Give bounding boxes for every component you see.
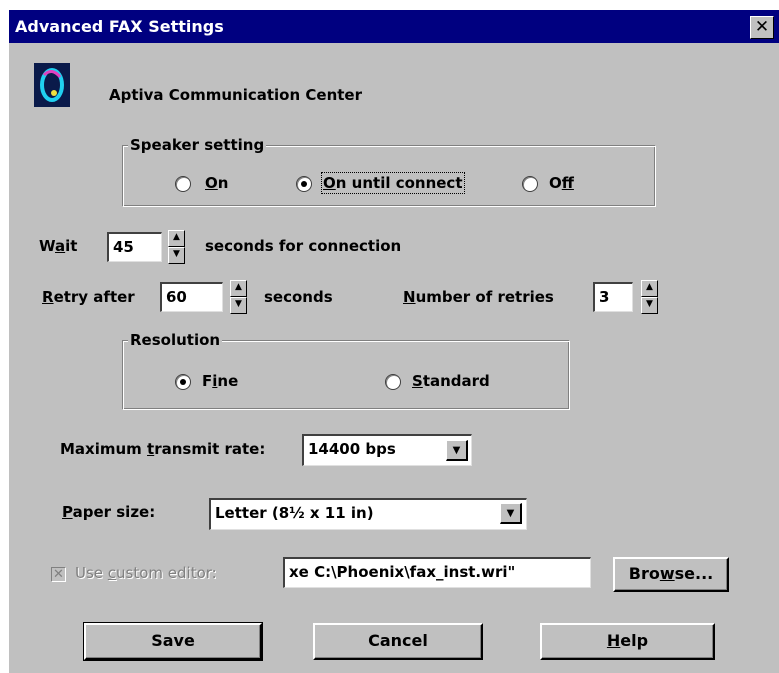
- window-title: Advanced FAX Settings: [15, 17, 224, 36]
- wait-spinner[interactable]: ▲ ▼: [168, 230, 185, 264]
- resolution-fine-radio[interactable]: [175, 374, 191, 390]
- retry-seconds-input[interactable]: 60: [160, 282, 223, 312]
- chevron-down-icon: ▼: [506, 508, 515, 519]
- chevron-down-icon: ▼: [452, 445, 461, 456]
- number-of-retries-label: Number of retries: [403, 288, 554, 306]
- retry-label: Retry after: [42, 288, 135, 306]
- custom-editor-path-input[interactable]: xe C:\Phoenix\fax_inst.wri": [283, 557, 591, 588]
- resolution-standard-label[interactable]: Standard: [412, 372, 490, 390]
- use-custom-editor-checkbox[interactable]: ✕: [51, 567, 66, 582]
- advanced-fax-settings-dialog: Advanced FAX Settings ✕ Aptiva Communica…: [9, 10, 779, 673]
- transmit-rate-dropdown-button[interactable]: ▼: [446, 440, 468, 461]
- spin-up-icon[interactable]: ▲: [230, 280, 247, 297]
- paper-size-label: Paper size:: [62, 503, 156, 521]
- speaker-setting-legend: Speaker setting: [128, 136, 267, 154]
- retry-suffix: seconds: [264, 288, 333, 306]
- paper-size-value: Letter (8½ x 11 in): [215, 504, 374, 522]
- speaker-on-until-connect-label[interactable]: On until connect: [321, 172, 465, 194]
- speaker-on-radio[interactable]: [175, 176, 191, 192]
- transmit-rate-value: 14400 bps: [308, 440, 396, 458]
- spin-down-icon[interactable]: ▼: [168, 247, 185, 264]
- save-button[interactable]: Save: [83, 622, 263, 661]
- paper-size-select[interactable]: Letter (8½ x 11 in): [209, 498, 527, 530]
- checkmark-icon: ✕: [53, 567, 64, 582]
- cancel-button[interactable]: Cancel: [313, 623, 483, 660]
- wait-label: Wait: [39, 237, 78, 255]
- wait-seconds-input[interactable]: 45: [107, 232, 162, 262]
- spin-up-icon[interactable]: ▲: [641, 280, 658, 297]
- help-button[interactable]: Help: [540, 623, 715, 660]
- speaker-off-radio[interactable]: [522, 176, 538, 192]
- browse-button[interactable]: Browse...: [613, 557, 729, 592]
- paper-size-dropdown-button[interactable]: ▼: [500, 503, 522, 524]
- close-icon: ✕: [754, 17, 770, 37]
- retries-spinner[interactable]: ▲ ▼: [641, 280, 658, 314]
- aptiva-logo-icon: [34, 63, 70, 107]
- transmit-rate-label: Maximum transmit rate:: [60, 440, 266, 458]
- resolution-group: [122, 340, 570, 410]
- spin-down-icon[interactable]: ▼: [641, 297, 658, 314]
- close-button[interactable]: ✕: [750, 16, 774, 39]
- retry-spinner[interactable]: ▲ ▼: [230, 280, 247, 314]
- app-name: Aptiva Communication Center: [109, 86, 362, 104]
- wait-suffix: seconds for connection: [205, 237, 402, 255]
- resolution-standard-radio[interactable]: [385, 374, 401, 390]
- resolution-legend: Resolution: [128, 331, 223, 349]
- use-custom-editor-label: Use custom editor:: [75, 564, 217, 582]
- spin-down-icon[interactable]: ▼: [230, 297, 247, 314]
- speaker-on-label[interactable]: On: [205, 174, 228, 192]
- number-of-retries-input[interactable]: 3: [593, 282, 633, 312]
- title-bar[interactable]: Advanced FAX Settings ✕: [9, 10, 779, 43]
- resolution-fine-label[interactable]: Fine: [202, 372, 238, 390]
- speaker-off-label[interactable]: Off: [549, 174, 574, 192]
- spin-up-icon[interactable]: ▲: [168, 230, 185, 247]
- speaker-on-until-connect-radio[interactable]: [296, 176, 312, 192]
